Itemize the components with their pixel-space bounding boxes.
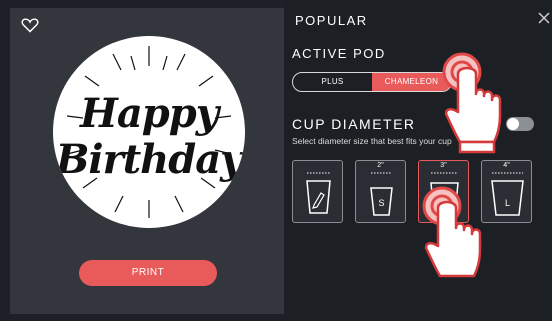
toggle-knob bbox=[507, 118, 519, 130]
settings-panel: POPULAR ACTIVE POD PLUS CHAMELEON CUP DI… bbox=[284, 0, 552, 321]
cup-letter-small: S bbox=[378, 198, 385, 208]
cup-icon bbox=[370, 172, 393, 216]
tap-hand-icon bbox=[442, 52, 502, 154]
panel-title: POPULAR bbox=[295, 13, 368, 28]
design-preview-panel: Happy Birthday PRINT bbox=[10, 8, 284, 314]
cup-letter-large: L bbox=[504, 198, 510, 208]
design-preview: Happy Birthday bbox=[53, 36, 245, 228]
close-icon[interactable] bbox=[538, 12, 550, 24]
cup-icon bbox=[491, 172, 524, 216]
design-text-line2: Birthday bbox=[55, 136, 244, 183]
cup-diameter-heading: CUP DIAMETER bbox=[292, 116, 416, 132]
active-pod-toggle: PLUS CHAMELEON bbox=[292, 72, 452, 92]
cup-size-label-small: 2" bbox=[377, 162, 384, 169]
cup-size-label-large: 4" bbox=[503, 162, 510, 169]
cup-size-card-custom[interactable] bbox=[292, 160, 343, 223]
cup-size-card-large[interactable]: L bbox=[481, 160, 532, 223]
cup-size-label-medium: 3" bbox=[440, 162, 447, 169]
heart-icon[interactable] bbox=[21, 17, 39, 33]
pencil-cup-icon bbox=[306, 172, 331, 214]
tap-hand-icon bbox=[422, 186, 482, 278]
active-pod-heading: ACTIVE POD bbox=[292, 46, 386, 61]
print-button[interactable]: PRINT bbox=[79, 260, 217, 286]
app-frame: Happy Birthday PRINT POPULAR ACTIVE POD … bbox=[0, 0, 552, 321]
cup-diameter-description: Select diameter size that best fits your… bbox=[292, 136, 452, 146]
design-text-line1: Happy bbox=[80, 90, 219, 137]
cup-size-card-small[interactable]: S bbox=[355, 160, 406, 223]
cup-diameter-toggle[interactable] bbox=[506, 117, 534, 131]
pod-option-plus[interactable]: PLUS bbox=[293, 73, 372, 91]
